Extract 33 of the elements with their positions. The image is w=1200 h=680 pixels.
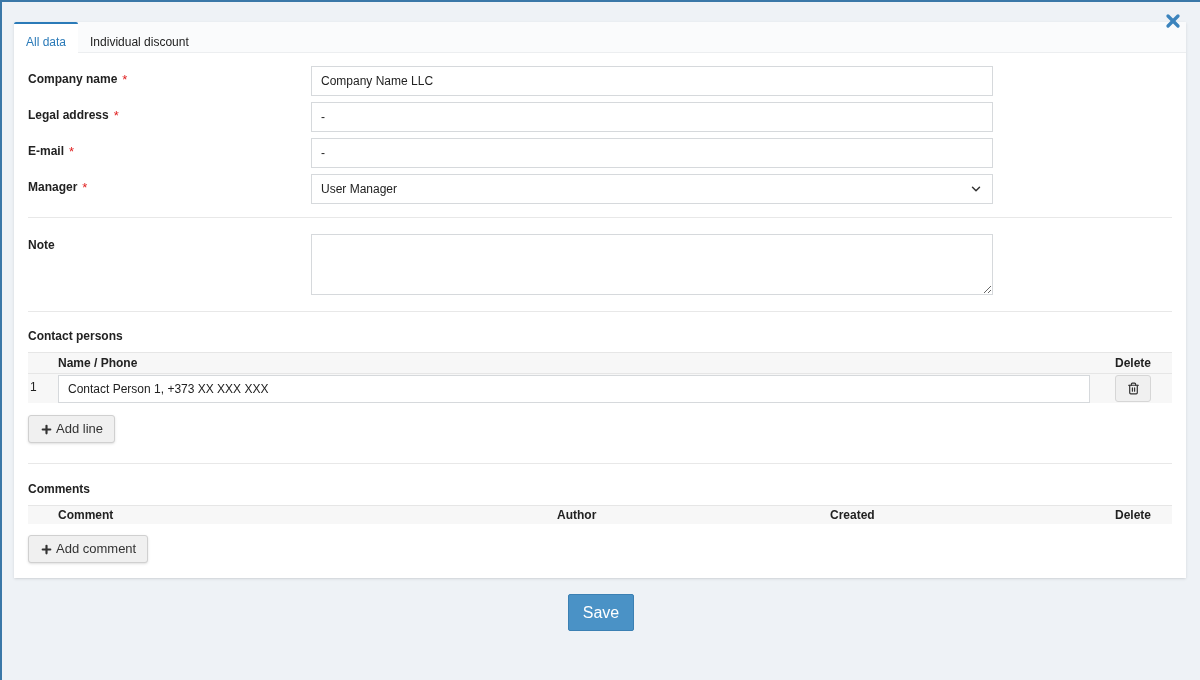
- text-field[interactable]: Company Name LLC: [311, 66, 993, 96]
- trash-icon: [1126, 382, 1140, 395]
- text-field[interactable]: -: [311, 102, 993, 132]
- column-header: Author: [557, 507, 597, 524]
- plus-icon: [40, 422, 53, 436]
- field-label: Manager: [28, 179, 78, 196]
- column-header: Comment: [58, 507, 114, 524]
- column-header: Delete: [1115, 355, 1151, 372]
- field-label: Note: [28, 237, 55, 254]
- add-line-button[interactable]: Add line: [28, 415, 115, 443]
- close-icon[interactable]: [1163, 11, 1183, 31]
- required-asterisk: *: [82, 179, 88, 197]
- required-asterisk: *: [69, 143, 75, 161]
- row-number: 1: [29, 379, 38, 396]
- column-header: Delete: [1115, 507, 1151, 524]
- text-field[interactable]: -: [311, 138, 993, 168]
- section-title: Comments: [28, 481, 91, 498]
- tab[interactable]: All data: [14, 22, 79, 53]
- add-comment-button[interactable]: Add comment: [28, 535, 149, 563]
- manager-select[interactable]: User Manager: [311, 174, 993, 204]
- column-header: Name / Phone: [58, 355, 138, 372]
- note-field[interactable]: [311, 234, 993, 295]
- delete-button[interactable]: [1115, 375, 1151, 402]
- section-title: Contact persons: [28, 328, 124, 345]
- required-asterisk: *: [122, 71, 128, 89]
- contact-field[interactable]: Contact Person 1, +373 XX XXX XXX: [58, 374, 1090, 403]
- column-header: Created: [830, 507, 875, 524]
- tab[interactable]: Individual discount: [78, 22, 201, 52]
- required-asterisk: *: [113, 107, 119, 125]
- plus-icon: [40, 542, 53, 556]
- field-label: Legal address: [28, 107, 109, 124]
- field-label: Company name: [28, 71, 118, 88]
- field-label: E-mail: [28, 143, 64, 160]
